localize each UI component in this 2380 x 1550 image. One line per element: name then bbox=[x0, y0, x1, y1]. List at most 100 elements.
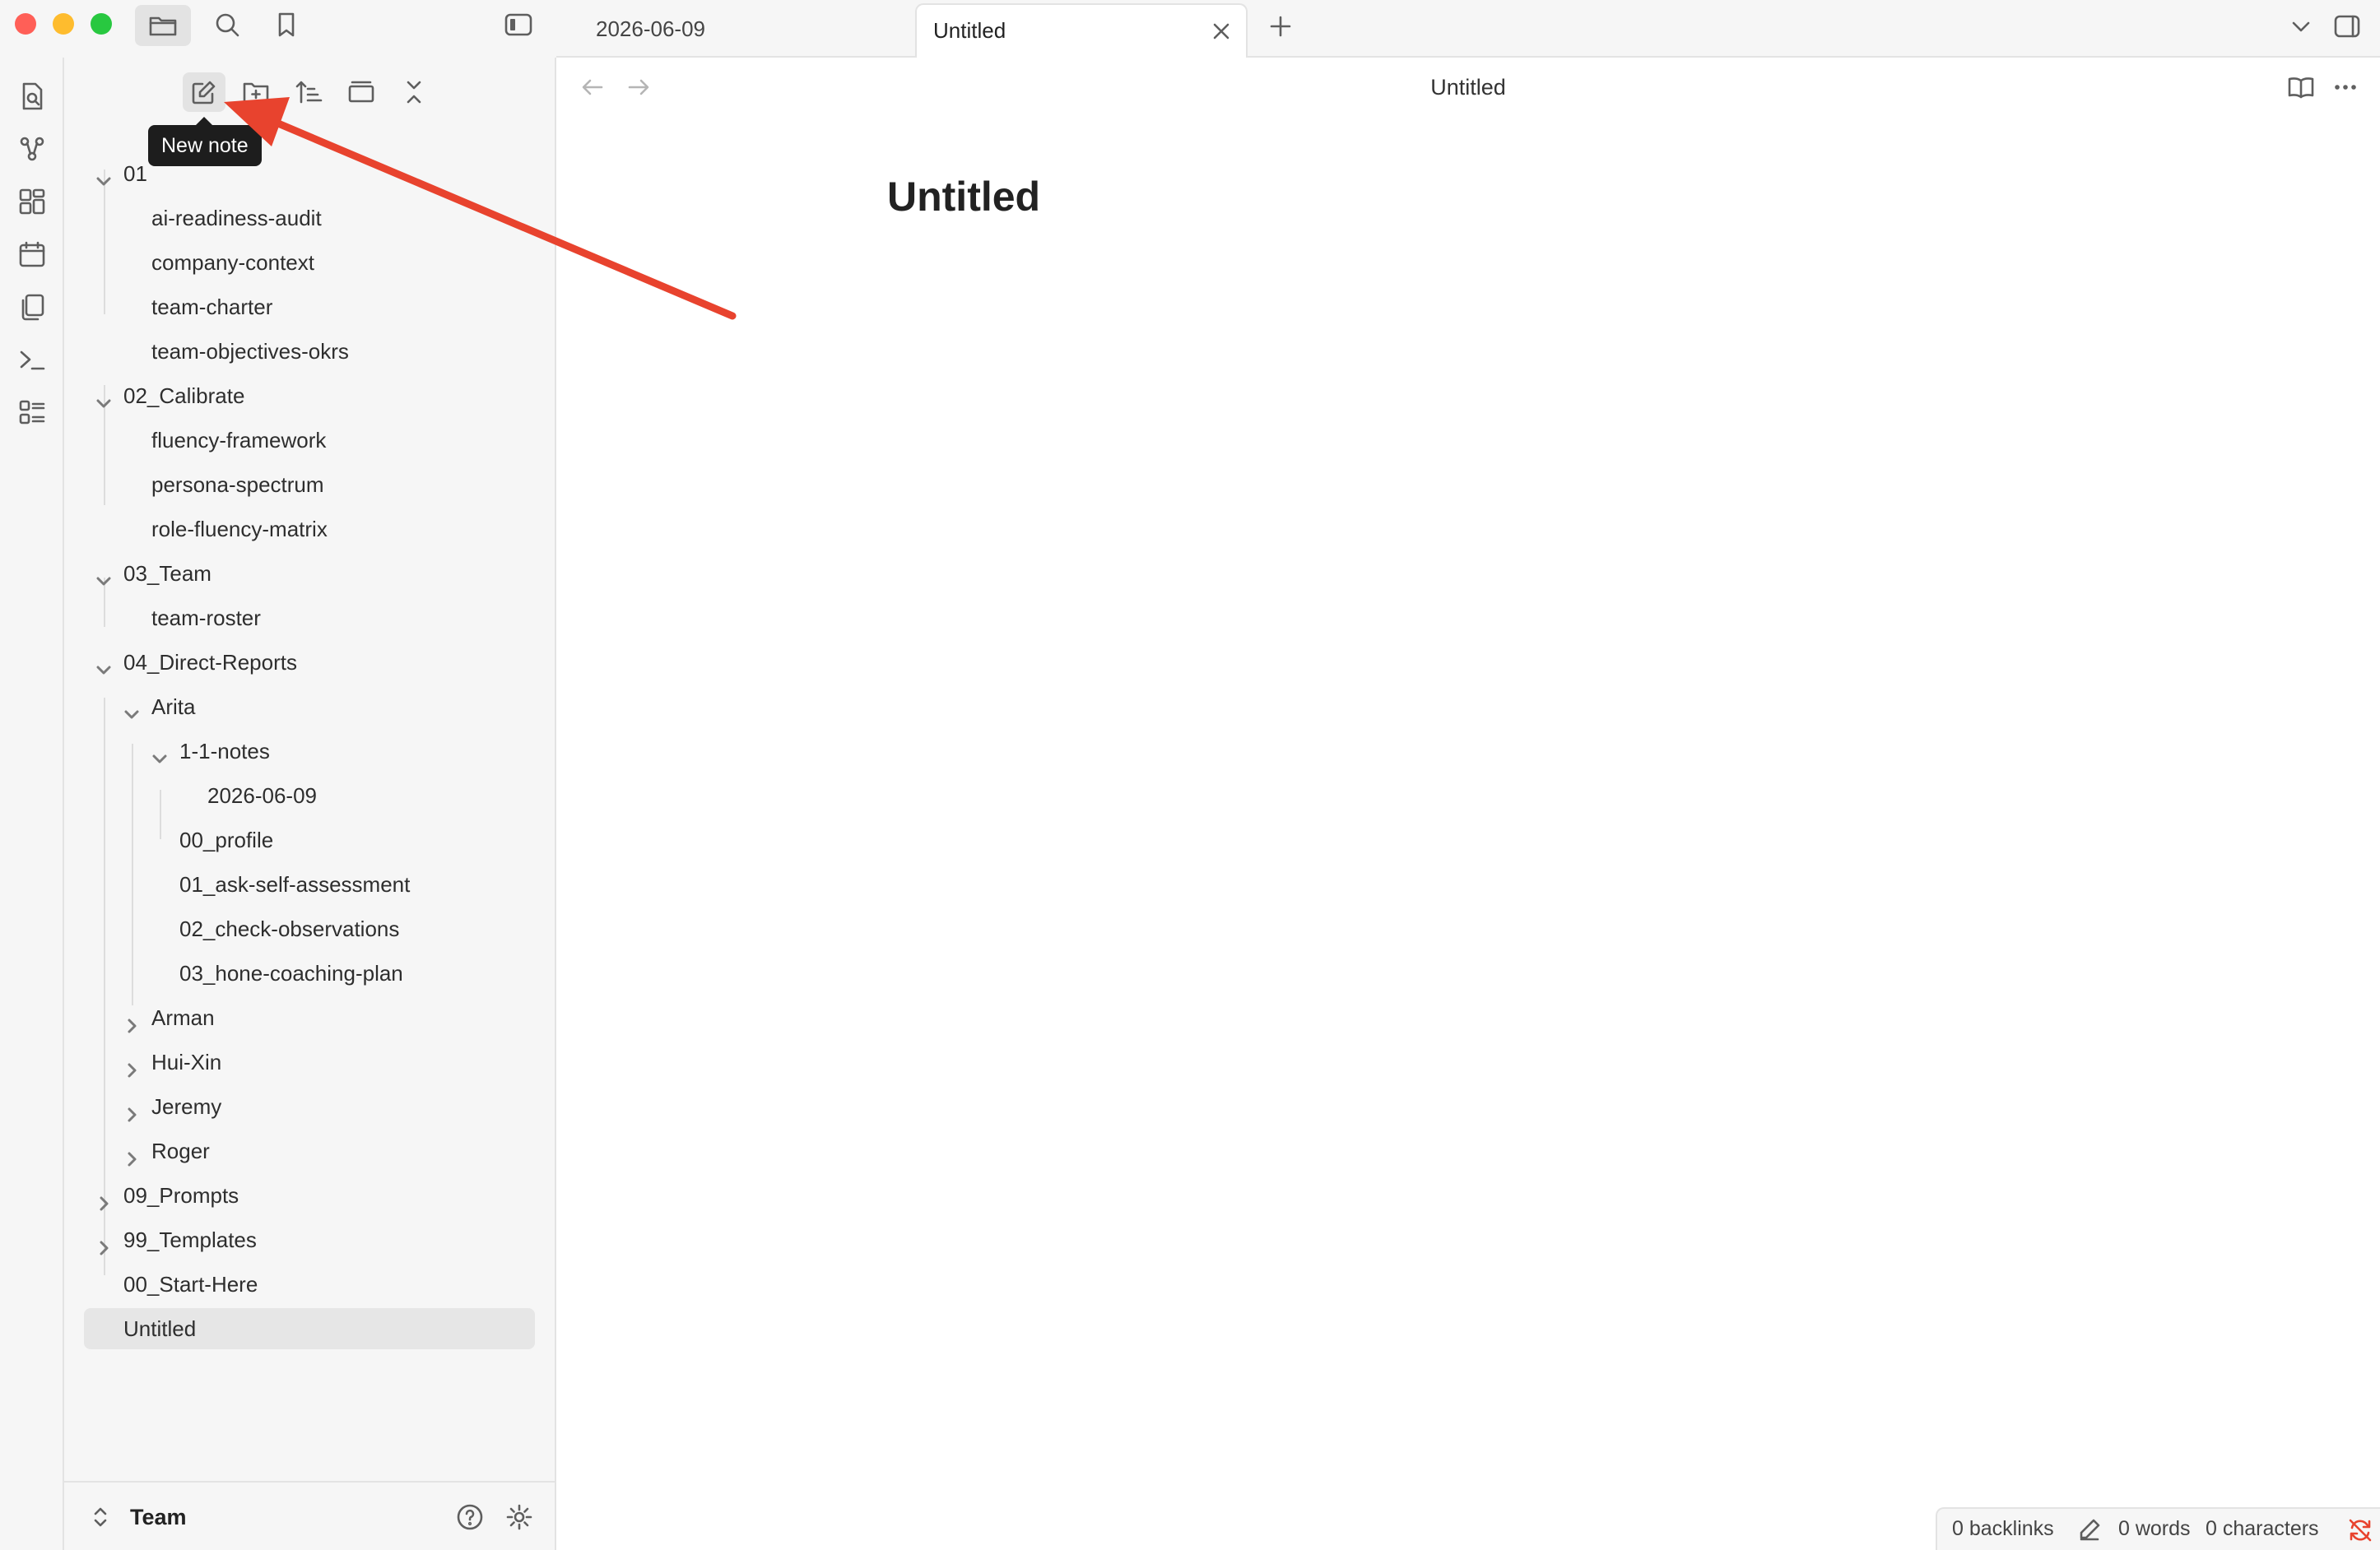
chevron-right-icon[interactable] bbox=[122, 1052, 142, 1078]
tree-folder[interactable]: 99_Templates bbox=[64, 1219, 556, 1260]
tree-file[interactable]: 2026-06-09 bbox=[64, 775, 556, 816]
tree-file[interactable]: team-roster bbox=[64, 597, 556, 638]
tree-item-label: 03_hone-coaching-plan bbox=[179, 961, 403, 986]
chevron-down-icon[interactable] bbox=[94, 652, 114, 675]
backlinks-count[interactable]: 0 backlinks bbox=[1952, 1517, 2054, 1541]
chevron-right-icon[interactable] bbox=[122, 1008, 142, 1033]
tree-file[interactable]: team-objectives-okrs bbox=[64, 331, 556, 372]
tree-folder[interactable]: Jeremy bbox=[64, 1086, 556, 1127]
tab-list-chevron-icon[interactable] bbox=[2283, 8, 2319, 44]
titlebar bbox=[0, 0, 556, 58]
templates-icon[interactable] bbox=[10, 285, 54, 329]
canvas-icon[interactable] bbox=[10, 179, 54, 224]
tree-file[interactable]: 01_ask-self-assessment bbox=[64, 864, 556, 905]
new-note-tooltip: New note bbox=[148, 117, 262, 166]
character-count: 0 characters bbox=[2206, 1517, 2319, 1540]
tree-item-label: 00_Start-Here bbox=[123, 1272, 258, 1297]
tree-folder[interactable]: Arita bbox=[64, 686, 556, 727]
file-explorer: 01 ai-readiness-audit company-context team-… bbox=[64, 58, 556, 1550]
tree-file[interactable]: role-fluency-matrix bbox=[64, 508, 556, 550]
tab-bar: 2026-06-09 Untitled bbox=[556, 0, 2380, 59]
minimize-window-button[interactable] bbox=[53, 13, 74, 35]
close-window-button[interactable] bbox=[15, 13, 36, 35]
folder-icon[interactable] bbox=[135, 5, 191, 46]
chevron-down-icon[interactable] bbox=[122, 697, 142, 719]
tree-item-label: Roger bbox=[151, 1139, 210, 1163]
tree-item-label: 09_Prompts bbox=[123, 1183, 239, 1208]
chevron-down-icon[interactable] bbox=[150, 741, 170, 763]
tree-item-label: company-context bbox=[151, 250, 314, 275]
graph-view-icon[interactable] bbox=[10, 127, 54, 171]
tree-folder[interactable]: Hui-Xin bbox=[64, 1042, 556, 1083]
close-tab-icon[interactable] bbox=[1205, 15, 1238, 48]
tab-untitled[interactable]: Untitled bbox=[915, 3, 1248, 59]
reading-view-icon[interactable] bbox=[2283, 69, 2319, 105]
editing-mode-pencil-icon[interactable] bbox=[2074, 1514, 2105, 1545]
quick-switcher-icon[interactable] bbox=[10, 74, 54, 118]
chevron-right-icon[interactable] bbox=[94, 1230, 114, 1255]
collapse-all-icon[interactable] bbox=[395, 74, 433, 110]
chevron-down-icon[interactable] bbox=[94, 564, 114, 586]
tree-item-label: role-fluency-matrix bbox=[151, 517, 328, 541]
tree-item-label: persona-spectrum bbox=[151, 472, 324, 497]
tree-folder[interactable]: 04_Direct-Reports bbox=[64, 642, 556, 683]
tree-folder[interactable]: 03_Team bbox=[64, 553, 556, 594]
tree-item-label: Jeremy bbox=[151, 1094, 222, 1119]
help-icon[interactable] bbox=[451, 1499, 489, 1535]
vault-switcher-chevron-icon[interactable] bbox=[87, 1502, 114, 1532]
bookmark-icon[interactable] bbox=[268, 7, 304, 43]
chevron-right-icon[interactable] bbox=[94, 1186, 114, 1211]
tree-file[interactable]: 02_check-observations bbox=[64, 908, 556, 949]
chevron-down-icon[interactable] bbox=[94, 164, 114, 186]
tab-spacer bbox=[1462, 8, 1470, 16]
tab-2026-06-09[interactable]: 2026-06-09 bbox=[578, 3, 899, 58]
sync-status-icon[interactable] bbox=[2344, 1514, 2377, 1547]
more-options-icon[interactable] bbox=[2327, 69, 2364, 105]
tree-folder[interactable]: 01 bbox=[64, 153, 556, 194]
new-note-icon[interactable] bbox=[183, 72, 225, 112]
tree-folder[interactable]: Roger bbox=[64, 1130, 556, 1172]
tree-item-label: 03_Team bbox=[123, 561, 212, 586]
editor-pane: Untitled Untitled bbox=[556, 58, 2380, 1550]
auto-reveal-icon[interactable] bbox=[342, 74, 380, 110]
zoom-window-button[interactable] bbox=[91, 13, 112, 35]
tree-file[interactable]: Untitled bbox=[84, 1308, 535, 1349]
bases-icon[interactable] bbox=[10, 390, 54, 434]
view-header-title[interactable]: Untitled bbox=[556, 71, 2380, 104]
tree-folder[interactable]: 02_Calibrate bbox=[64, 375, 556, 416]
chevron-down-icon[interactable] bbox=[94, 386, 114, 408]
tree-folder[interactable]: 1-1-notes bbox=[64, 731, 556, 772]
tree-item-label: team-roster bbox=[151, 606, 261, 630]
tree-file[interactable]: ai-readiness-audit bbox=[64, 197, 556, 239]
settings-gear-icon[interactable] bbox=[500, 1499, 538, 1535]
tree-file[interactable]: 00_profile bbox=[64, 819, 556, 861]
tree-item-label: team-objectives-okrs bbox=[151, 339, 349, 364]
tree-item-label: Arita bbox=[151, 694, 196, 719]
tree-folder[interactable]: 09_Prompts bbox=[64, 1175, 556, 1216]
tree-file[interactable]: team-charter bbox=[64, 286, 556, 327]
tree-file[interactable]: company-context bbox=[64, 242, 556, 283]
tree-item-label: 1-1-notes bbox=[179, 739, 270, 763]
search-icon[interactable] bbox=[209, 7, 245, 43]
sort-icon[interactable] bbox=[290, 74, 328, 110]
tab-label: 2026-06-09 bbox=[596, 16, 705, 41]
status-bar: 0 backlinks 0 words 0 characters bbox=[1936, 1507, 2380, 1550]
tree-file[interactable]: fluency-framework bbox=[64, 420, 556, 461]
chevron-right-icon[interactable] bbox=[122, 1097, 142, 1122]
tree-item-label: team-charter bbox=[151, 295, 273, 319]
vault-name[interactable]: Team bbox=[130, 1497, 187, 1537]
new-folder-icon[interactable] bbox=[237, 74, 275, 110]
right-sidebar-toggle-icon[interactable] bbox=[2329, 8, 2365, 44]
tree-file[interactable]: 03_hone-coaching-plan bbox=[64, 953, 556, 994]
note-title[interactable]: Untitled bbox=[887, 168, 1040, 225]
command-palette-icon[interactable] bbox=[10, 337, 54, 382]
tree-file[interactable]: persona-spectrum bbox=[64, 464, 556, 505]
sidebar-toggle-icon[interactable] bbox=[500, 7, 537, 43]
tree-folder[interactable]: Arman bbox=[64, 997, 556, 1038]
chevron-right-icon[interactable] bbox=[122, 1141, 142, 1167]
calendar-icon[interactable] bbox=[10, 232, 54, 276]
tree-item-label: Untitled bbox=[123, 1316, 197, 1341]
new-tab-icon[interactable] bbox=[1262, 8, 1299, 44]
tree-file[interactable]: 00_Start-Here bbox=[64, 1264, 556, 1305]
tree-item-label: 99_Templates bbox=[123, 1227, 257, 1252]
